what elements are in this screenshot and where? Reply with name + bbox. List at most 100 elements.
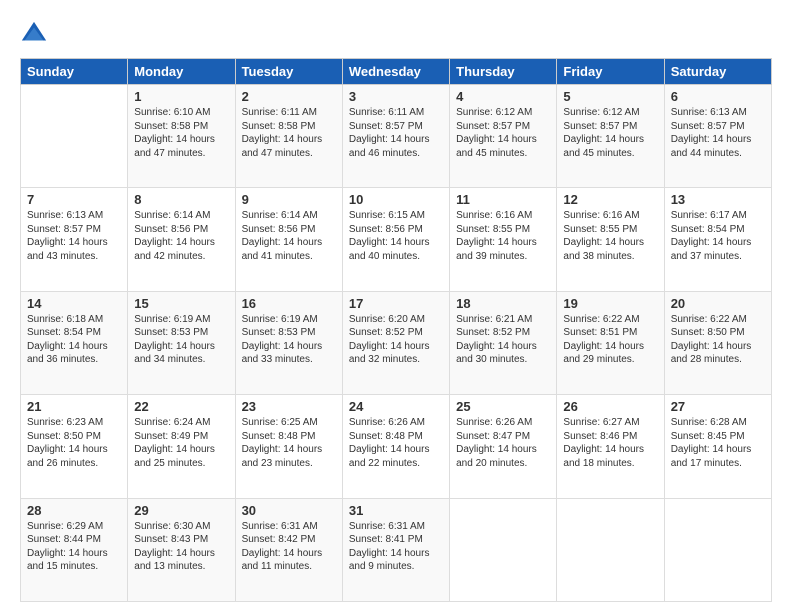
day-number: 14	[27, 296, 121, 311]
day-detail: Sunrise: 6:21 AM Sunset: 8:52 PM Dayligh…	[456, 313, 550, 367]
day-cell: 29 Sunrise: 6:30 AM Sunset: 8:43 PM Dayli…	[128, 498, 235, 601]
calendar-table: SundayMondayTuesdayWednesdayThursdayFrid…	[20, 58, 772, 602]
day-detail: Sunrise: 6:19 AM Sunset: 8:53 PM Dayligh…	[242, 313, 336, 367]
day-cell: 8 Sunrise: 6:14 AM Sunset: 8:56 PM Daylig…	[128, 188, 235, 291]
day-cell	[557, 498, 664, 601]
day-number: 10	[349, 192, 443, 207]
header	[20, 16, 772, 48]
week-row-1: 1 Sunrise: 6:10 AM Sunset: 8:58 PM Daylig…	[21, 85, 772, 188]
day-detail: Sunrise: 6:22 AM Sunset: 8:50 PM Dayligh…	[671, 313, 765, 367]
day-number: 2	[242, 89, 336, 104]
week-row-2: 7Sunrise: 6:13 AM Sunset: 8:57 PM Daylig…	[21, 188, 772, 291]
day-number: 18	[456, 296, 550, 311]
day-cell: 28 Sunrise: 6:29 AM Sunset: 8:44 PM Dayli…	[21, 498, 128, 601]
day-number: 15	[134, 296, 228, 311]
day-detail: Sunrise: 6:23 AM Sunset: 8:50 PM Dayligh…	[27, 416, 121, 470]
day-cell: 23 Sunrise: 6:25 AM Sunset: 8:48 PM Dayli…	[235, 395, 342, 498]
day-detail: Sunrise: 6:22 AM Sunset: 8:51 PM Dayligh…	[563, 313, 657, 367]
day-detail: Sunrise: 6:10 AM Sunset: 8:58 PM Dayligh…	[134, 106, 228, 160]
day-number: 25	[456, 399, 550, 414]
day-cell: 9 Sunrise: 6:14 AM Sunset: 8:56 PM Daylig…	[235, 188, 342, 291]
day-cell: 3 Sunrise: 6:11 AM Sunset: 8:57 PM Daylig…	[342, 85, 449, 188]
day-number: 30	[242, 503, 336, 518]
day-cell: 20 Sunrise: 6:22 AM Sunset: 8:50 PM Dayli…	[664, 291, 771, 394]
day-detail: Sunrise: 6:14 AM Sunset: 8:56 PM Dayligh…	[242, 209, 336, 263]
header-cell-monday: Monday	[128, 59, 235, 85]
day-number: 29	[134, 503, 228, 518]
day-detail: Sunrise: 6:18 AM Sunset: 8:54 PM Dayligh…	[27, 313, 121, 367]
day-cell: 11 Sunrise: 6:16 AM Sunset: 8:55 PM Dayli…	[450, 188, 557, 291]
day-number: 4	[456, 89, 550, 104]
day-number: 12	[563, 192, 657, 207]
day-detail: Sunrise: 6:25 AM Sunset: 8:48 PM Dayligh…	[242, 416, 336, 470]
day-cell: 25Sunrise: 6:26 AM Sunset: 8:47 PM Dayli…	[450, 395, 557, 498]
day-detail: Sunrise: 6:17 AM Sunset: 8:54 PM Dayligh…	[671, 209, 765, 263]
day-number: 28	[27, 503, 121, 518]
day-cell: 13 Sunrise: 6:17 AM Sunset: 8:54 PM Dayli…	[664, 188, 771, 291]
day-cell: 24 Sunrise: 6:26 AM Sunset: 8:48 PM Dayli…	[342, 395, 449, 498]
day-number: 26	[563, 399, 657, 414]
day-number: 21	[27, 399, 121, 414]
week-row-4: 21 Sunrise: 6:23 AM Sunset: 8:50 PM Dayli…	[21, 395, 772, 498]
day-number: 16	[242, 296, 336, 311]
day-cell: 27Sunrise: 6:28 AM Sunset: 8:45 PM Dayli…	[664, 395, 771, 498]
week-row-3: 14 Sunrise: 6:18 AM Sunset: 8:54 PM Dayli…	[21, 291, 772, 394]
day-cell: 16 Sunrise: 6:19 AM Sunset: 8:53 PM Dayli…	[235, 291, 342, 394]
day-cell: 12 Sunrise: 6:16 AM Sunset: 8:55 PM Dayli…	[557, 188, 664, 291]
day-number: 6	[671, 89, 765, 104]
day-number: 24	[349, 399, 443, 414]
day-detail: Sunrise: 6:30 AM Sunset: 8:43 PM Dayligh…	[134, 520, 228, 574]
day-detail: Sunrise: 6:24 AM Sunset: 8:49 PM Dayligh…	[134, 416, 228, 470]
day-number: 23	[242, 399, 336, 414]
day-detail: Sunrise: 6:16 AM Sunset: 8:55 PM Dayligh…	[563, 209, 657, 263]
day-cell: 26 Sunrise: 6:27 AM Sunset: 8:46 PM Dayli…	[557, 395, 664, 498]
day-detail: Sunrise: 6:26 AM Sunset: 8:48 PM Dayligh…	[349, 416, 443, 470]
day-number: 13	[671, 192, 765, 207]
day-detail: Sunrise: 6:12 AM Sunset: 8:57 PM Dayligh…	[456, 106, 550, 160]
day-number: 5	[563, 89, 657, 104]
day-detail: Sunrise: 6:12 AM Sunset: 8:57 PM Dayligh…	[563, 106, 657, 160]
day-number: 1	[134, 89, 228, 104]
calendar-page: SundayMondayTuesdayWednesdayThursdayFrid…	[0, 0, 792, 612]
week-row-5: 28 Sunrise: 6:29 AM Sunset: 8:44 PM Dayli…	[21, 498, 772, 601]
day-detail: Sunrise: 6:11 AM Sunset: 8:58 PM Dayligh…	[242, 106, 336, 160]
day-detail: Sunrise: 6:14 AM Sunset: 8:56 PM Dayligh…	[134, 209, 228, 263]
day-cell	[450, 498, 557, 601]
day-cell	[21, 85, 128, 188]
logo-icon	[20, 20, 48, 48]
day-cell: 7Sunrise: 6:13 AM Sunset: 8:57 PM Daylig…	[21, 188, 128, 291]
day-detail: Sunrise: 6:31 AM Sunset: 8:42 PM Dayligh…	[242, 520, 336, 574]
day-cell: 30 Sunrise: 6:31 AM Sunset: 8:42 PM Dayli…	[235, 498, 342, 601]
logo	[20, 16, 52, 48]
day-detail: Sunrise: 6:29 AM Sunset: 8:44 PM Dayligh…	[27, 520, 121, 574]
day-number: 17	[349, 296, 443, 311]
header-cell-tuesday: Tuesday	[235, 59, 342, 85]
day-number: 8	[134, 192, 228, 207]
day-number: 9	[242, 192, 336, 207]
day-cell: 1 Sunrise: 6:10 AM Sunset: 8:58 PM Daylig…	[128, 85, 235, 188]
header-cell-friday: Friday	[557, 59, 664, 85]
day-detail: Sunrise: 6:20 AM Sunset: 8:52 PM Dayligh…	[349, 313, 443, 367]
header-cell-saturday: Saturday	[664, 59, 771, 85]
day-detail: Sunrise: 6:28 AM Sunset: 8:45 PM Dayligh…	[671, 416, 765, 470]
day-detail: Sunrise: 6:13 AM Sunset: 8:57 PM Dayligh…	[671, 106, 765, 160]
day-cell: 5 Sunrise: 6:12 AM Sunset: 8:57 PM Daylig…	[557, 85, 664, 188]
day-detail: Sunrise: 6:11 AM Sunset: 8:57 PM Dayligh…	[349, 106, 443, 160]
header-cell-thursday: Thursday	[450, 59, 557, 85]
day-number: 31	[349, 503, 443, 518]
day-number: 20	[671, 296, 765, 311]
day-detail: Sunrise: 6:15 AM Sunset: 8:56 PM Dayligh…	[349, 209, 443, 263]
day-detail: Sunrise: 6:19 AM Sunset: 8:53 PM Dayligh…	[134, 313, 228, 367]
day-cell: 19Sunrise: 6:22 AM Sunset: 8:51 PM Dayli…	[557, 291, 664, 394]
header-cell-sunday: Sunday	[21, 59, 128, 85]
day-number: 7	[27, 192, 121, 207]
day-cell: 6 Sunrise: 6:13 AM Sunset: 8:57 PM Daylig…	[664, 85, 771, 188]
day-cell: 2 Sunrise: 6:11 AM Sunset: 8:58 PM Daylig…	[235, 85, 342, 188]
day-cell: 17 Sunrise: 6:20 AM Sunset: 8:52 PM Dayli…	[342, 291, 449, 394]
day-number: 22	[134, 399, 228, 414]
day-number: 3	[349, 89, 443, 104]
day-detail: Sunrise: 6:27 AM Sunset: 8:46 PM Dayligh…	[563, 416, 657, 470]
day-cell: 4 Sunrise: 6:12 AM Sunset: 8:57 PM Daylig…	[450, 85, 557, 188]
day-number: 11	[456, 192, 550, 207]
day-detail: Sunrise: 6:16 AM Sunset: 8:55 PM Dayligh…	[456, 209, 550, 263]
